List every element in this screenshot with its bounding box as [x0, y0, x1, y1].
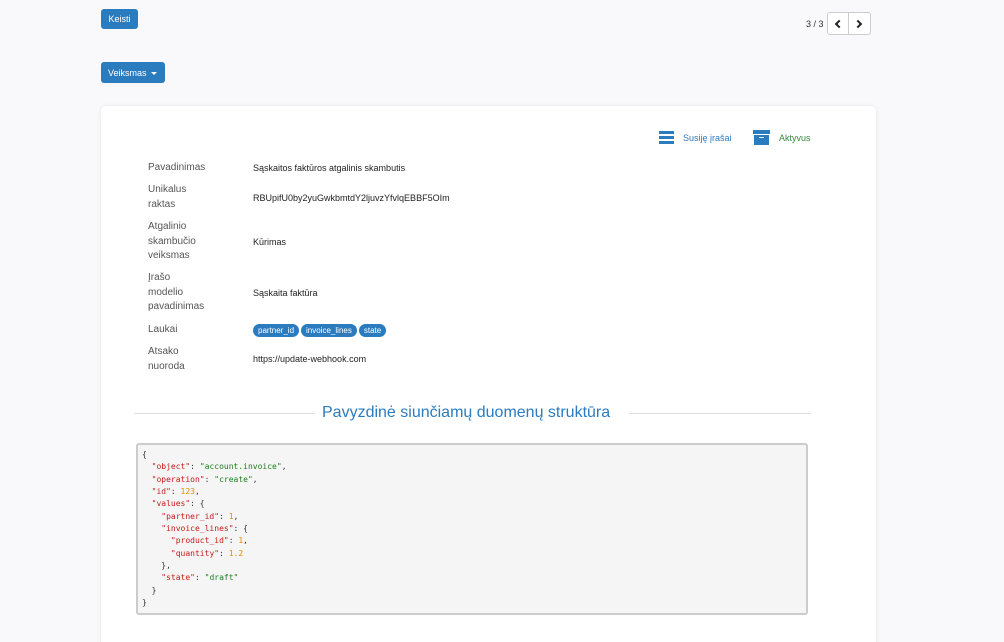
action-dropdown-label: Veiksmas — [108, 67, 147, 78]
archive-icon — [753, 130, 770, 145]
action-dropdown-button[interactable]: Veiksmas — [101, 62, 165, 83]
section-divider-left — [134, 413, 315, 414]
related-records-label: Susiję įrašai — [683, 132, 732, 143]
fields-label: Laukai — [148, 324, 178, 335]
model-name-value: Sąskaita faktūra — [253, 288, 318, 298]
code-product-id-value: 1 — [238, 536, 244, 546]
name-value: Sąskaitos faktūros atgalinis skambutis — [253, 163, 406, 173]
edit-button[interactable]: Keisti — [101, 9, 138, 29]
active-toggle-label: Aktyvus — [779, 132, 811, 143]
pager-counter: 3 / 3 — [806, 18, 824, 29]
record-pager: 3 / 3 — [800, 12, 871, 35]
code-quantity-value: 1.2 — [228, 548, 244, 558]
section-title: Pavyzdinė siunčiamų duomenų struktūra — [322, 404, 611, 421]
field-tag[interactable]: partner_id — [253, 324, 300, 337]
model-name-label: Įrašo modelio pavadinimas — [148, 272, 205, 312]
code-id-value: 123 — [180, 487, 195, 497]
section-divider-right — [629, 413, 811, 414]
name-label: Pavadinimas — [148, 162, 206, 173]
field-tag[interactable]: state — [358, 324, 387, 337]
chevron-left-icon — [834, 19, 844, 28]
related-records-button[interactable]: Susiję įrašai — [659, 131, 732, 144]
record-form-card: Susiję įrašai Aktyvus Pavadinimas Sąskai… — [101, 106, 876, 642]
previous-record-button[interactable] — [826, 12, 849, 35]
response-url-value: https://update-webhook.com — [253, 354, 367, 364]
field-tag[interactable]: invoice_lines — [301, 324, 357, 337]
fields-tag-list: partner_id invoice_lines state — [253, 324, 387, 337]
code-object-value: "account.invoice" — [199, 462, 282, 472]
key-label: Unikalus raktas — [148, 184, 187, 210]
payload-code-block: { "object": "account.invoice", "operatio… — [136, 443, 808, 615]
callback-action-value: Kūrimas — [253, 237, 287, 247]
key-value: RBUpifU0by2yuGwkbmtdY2ljuvzYfvlqEBBF5OIm — [253, 193, 450, 203]
list-icon — [659, 131, 674, 144]
next-record-button[interactable] — [848, 12, 871, 35]
code-partner-id-value: 1 — [228, 511, 234, 521]
active-toggle-button[interactable]: Aktyvus — [753, 130, 811, 145]
code-state-value: "draft" — [204, 573, 239, 583]
caret-down-icon — [150, 71, 157, 75]
code-operation-value: "create" — [214, 474, 253, 484]
callback-action-label: Atgalinio skambučio veiksmas — [148, 221, 196, 261]
response-url-label: Atsako nuoroda — [148, 346, 185, 372]
chevron-right-icon — [853, 19, 862, 28]
